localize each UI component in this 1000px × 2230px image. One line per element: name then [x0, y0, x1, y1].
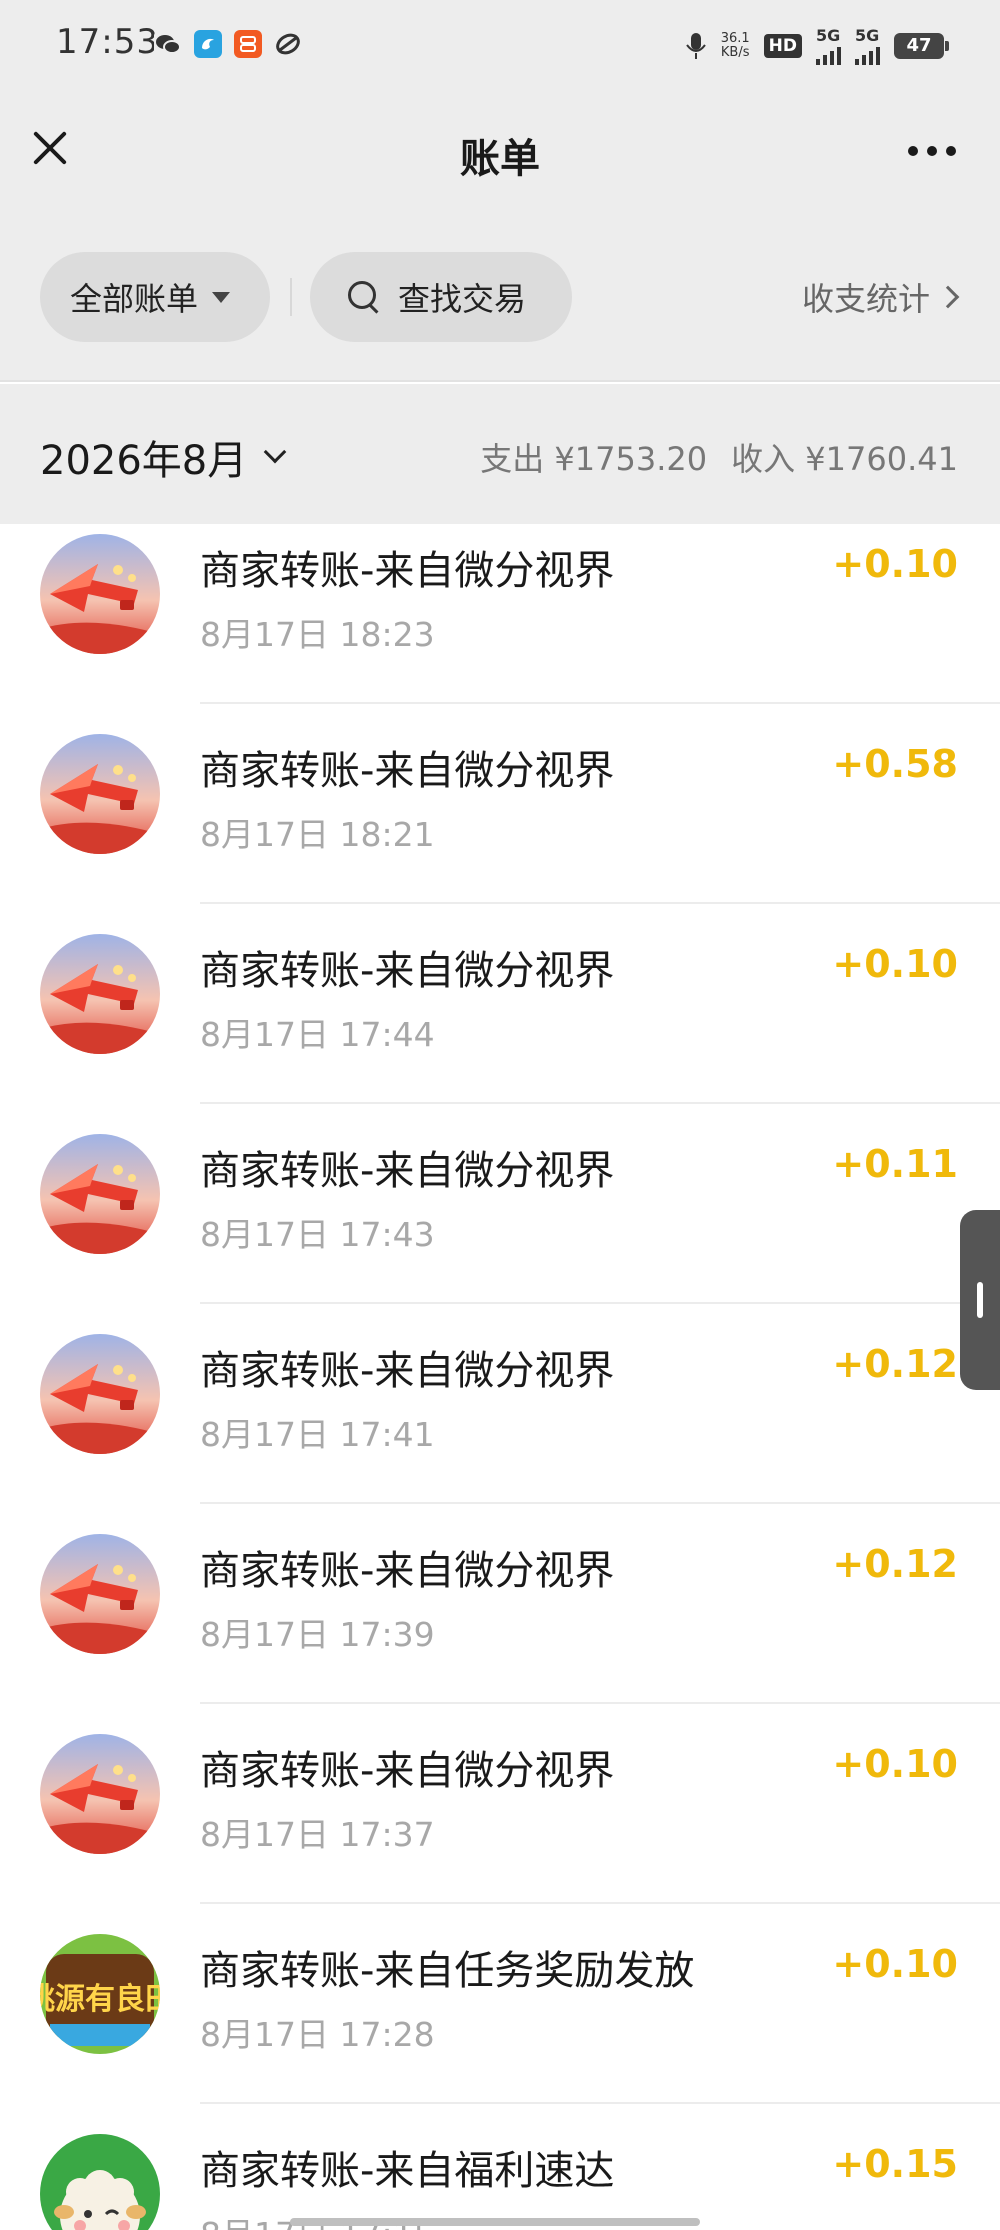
wechat-icon — [154, 30, 182, 58]
divider — [290, 278, 292, 316]
month-selector[interactable]: 2026年8月 — [40, 428, 287, 486]
hd-badge: HD — [763, 33, 802, 58]
nav-bar: 账单 — [0, 90, 1000, 220]
month-label: 2026年8月 — [40, 438, 248, 484]
transaction-time: 8月17日 18:23 — [200, 615, 435, 654]
transaction-row[interactable]: 商家转账-来自微分视界 8月17日 17:41 +0.12 — [0, 1304, 1000, 1504]
transaction-amount: +0.10 — [832, 942, 958, 986]
transaction-amount: +0.10 — [832, 1942, 958, 1986]
sheep-icon — [40, 2134, 160, 2230]
status-app-icons — [154, 30, 302, 58]
chevron-down-icon — [263, 440, 287, 464]
transaction-list[interactable]: 商家转账-来自微分视界 8月17日 18:23 +0.10 商家转账-来自微分视界 8… — [0, 524, 1000, 2230]
transaction-list-inner: 商家转账-来自微分视界 8月17日 18:23 +0.10 商家转账-来自微分视界 8… — [0, 524, 1000, 2230]
transaction-time: 8月17日 18:21 — [200, 815, 435, 854]
transaction-time: 8月17日 17:41 — [200, 1415, 435, 1454]
transaction-row[interactable]: 商家转账-来自微分视界 8月17日 17:44 +0.10 — [0, 904, 1000, 1104]
income-expense-stats-link[interactable]: 收支统计 — [801, 274, 960, 320]
transaction-row[interactable]: 桃源有良田 商家转账-来自任务奖励发放 8月17日 17:28 +0.10 — [0, 1904, 1000, 2104]
expense-total: 支出 ¥1753.20 — [480, 440, 708, 478]
sim1-network-type: 5G — [816, 26, 841, 45]
transaction-title: 商家转账-来自微分视界 — [200, 748, 615, 794]
network-speed-value: 36.1 — [720, 30, 750, 46]
transaction-title: 商家转账-来自微分视界 — [200, 548, 615, 594]
signal-bars-icon — [816, 45, 841, 65]
transaction-title: 商家转账-来自福利速达 — [200, 2148, 615, 2194]
transaction-amount: +0.10 — [832, 542, 958, 586]
transaction-title: 商家转账-来自任务奖励发放 — [200, 1948, 695, 1994]
peach-farm-logo: 桃源有良田 — [40, 1934, 160, 2054]
stats-label: 收支统计 — [801, 280, 930, 318]
network-speed-unit: KB/s — [720, 44, 750, 60]
status-time: 17:53 — [56, 22, 159, 62]
transaction-title: 商家转账-来自微分视界 — [200, 948, 615, 994]
transaction-title: 商家转账-来自微分视界 — [200, 1148, 615, 1194]
red-arrow-icon — [40, 734, 160, 854]
transaction-row[interactable]: 商家转账-来自微分视界 8月17日 18:23 +0.10 — [0, 524, 1000, 704]
signal-bars-icon — [855, 45, 880, 65]
status-bar: 17:53 36.1 KB/s HD 5G 5G 47 — [0, 0, 1000, 90]
transaction-row[interactable]: 商家转账-来自微分视界 8月17日 17:43 +0.11 — [0, 1104, 1000, 1304]
transaction-amount: +0.10 — [832, 1742, 958, 1786]
caret-down-icon — [212, 291, 231, 303]
month-summary: 支出 ¥1753.20 收入 ¥1760.41 — [480, 434, 958, 480]
transaction-amount: +0.12 — [832, 1342, 958, 1386]
sim2-network-type: 5G — [855, 26, 880, 45]
transaction-amount: +0.58 — [832, 742, 958, 786]
all-bills-dropdown[interactable]: 全部账单 — [40, 252, 270, 342]
transaction-amount: +0.11 — [832, 1142, 958, 1186]
search-transactions-button[interactable]: 查找交易 — [310, 252, 572, 342]
transaction-time: 8月17日 17:28 — [200, 2015, 435, 2054]
income-total: 收入 ¥1760.41 — [731, 440, 958, 478]
avatar-logo-text: 桃源有良田 — [40, 1982, 160, 2017]
sim2-signal: 5G — [855, 26, 880, 65]
transaction-time: 8月17日 17:37 — [200, 1815, 435, 1854]
filter-bar: 全部账单 查找交易 收支统计 — [0, 220, 1000, 382]
network-speed: 36.1 KB/s — [720, 30, 750, 60]
transaction-time: 8月17日 17:43 — [200, 1215, 435, 1254]
search-label: 查找交易 — [398, 280, 527, 318]
month-summary-bar: 2026年8月 支出 ¥1753.20 收入 ¥1760.41 — [0, 384, 1000, 524]
transaction-row[interactable]: 商家转账-来自福利速达8月17日 17:15+0.15 — [0, 2104, 1000, 2230]
app-bird-icon — [194, 30, 222, 58]
transaction-row[interactable]: 商家转账-来自微分视界 8月17日 17:39 +0.12 — [0, 1504, 1000, 1704]
red-arrow-icon — [40, 1334, 160, 1454]
app-orange-icon — [234, 30, 262, 58]
transaction-time: 8月17日 17:39 — [200, 1615, 435, 1654]
microphone-icon — [685, 32, 706, 59]
red-arrow-icon — [40, 1134, 160, 1254]
all-bills-label: 全部账单 — [70, 280, 199, 318]
page-title: 账单 — [460, 136, 540, 182]
app-swirl-icon — [274, 30, 302, 58]
home-indicator[interactable] — [290, 2218, 700, 2226]
more-options-icon[interactable] — [908, 146, 956, 156]
transaction-title: 商家转账-来自微分视界 — [200, 1348, 615, 1394]
transaction-row[interactable]: 商家转账-来自微分视界 8月17日 17:37 +0.10 — [0, 1704, 1000, 1904]
transaction-amount: +0.12 — [832, 1542, 958, 1586]
sim1-signal: 5G — [816, 26, 841, 65]
transaction-amount: +0.15 — [832, 2142, 958, 2186]
red-arrow-icon — [40, 934, 160, 1054]
search-icon — [348, 281, 380, 313]
status-right-cluster: 36.1 KB/s HD 5G 5G 47 — [685, 26, 949, 65]
red-arrow-icon — [40, 1534, 160, 1654]
transaction-title: 商家转账-来自微分视界 — [200, 1748, 615, 1794]
side-drawer-handle[interactable] — [960, 1210, 1000, 1390]
battery-icon: 47 — [894, 32, 949, 59]
red-arrow-icon — [40, 1734, 160, 1854]
red-arrow-icon — [40, 534, 160, 654]
transaction-time: 8月17日 17:44 — [200, 1015, 435, 1054]
transaction-title: 商家转账-来自微分视界 — [200, 1548, 615, 1594]
chevron-right-icon — [936, 285, 960, 309]
transaction-row[interactable]: 商家转账-来自微分视界 8月17日 18:21 +0.58 — [0, 704, 1000, 904]
